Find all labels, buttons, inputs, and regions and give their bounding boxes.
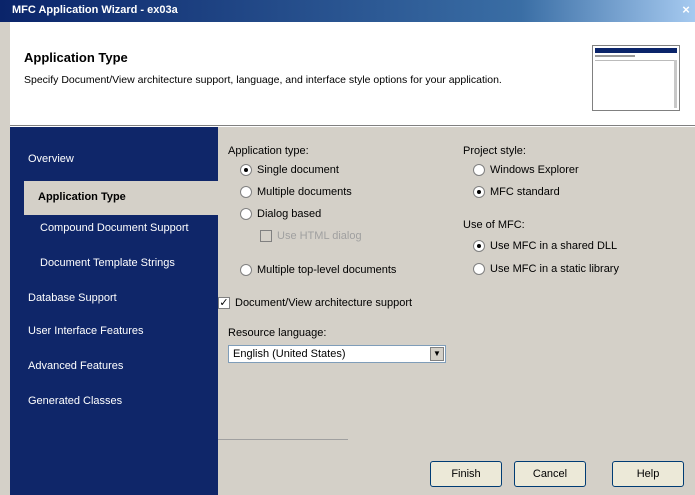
- checkbox-indicator: [260, 230, 272, 242]
- app-preview-image: [592, 45, 680, 111]
- radio-multiple-top-level-documents[interactable]: Multiple top-level documents: [240, 264, 396, 276]
- radio-indicator[interactable]: [473, 164, 485, 176]
- radio-label: Windows Explorer: [490, 164, 579, 176]
- wizard-window: MFC Application Wizard - ex03a × Applica…: [0, 0, 695, 495]
- radio-indicator[interactable]: [240, 164, 252, 176]
- radio-indicator[interactable]: [473, 186, 485, 198]
- radio-mfc-shared-dll[interactable]: Use MFC in a shared DLL: [473, 240, 617, 252]
- checkbox-label: Use HTML dialog: [277, 230, 362, 242]
- checkbox-checked-icon[interactable]: ✓: [218, 297, 230, 309]
- radio-indicator[interactable]: [473, 263, 485, 275]
- wizard-nav: Overview Application Type Compound Docum…: [10, 127, 218, 495]
- nav-item-document-template-strings[interactable]: Document Template Strings: [40, 257, 175, 269]
- close-icon[interactable]: ×: [679, 3, 693, 17]
- page-description: Specify Document/View architecture suppo…: [24, 74, 502, 86]
- radio-label: Use MFC in a shared DLL: [490, 240, 618, 252]
- nav-item-generated-classes[interactable]: Generated Classes: [28, 395, 122, 407]
- radio-label: Multiple documents: [257, 186, 352, 198]
- radio-indicator[interactable]: [240, 264, 252, 276]
- nav-item-database-support[interactable]: Database Support: [28, 292, 117, 304]
- footer-divider: [218, 439, 348, 440]
- page-title: Application Type: [24, 50, 128, 65]
- nav-item-application-type[interactable]: Application Type: [24, 181, 218, 215]
- radio-label: Use MFC in a static library: [490, 263, 619, 275]
- radio-label: Single document: [257, 164, 339, 176]
- radio-label: Multiple top-level documents: [257, 264, 397, 276]
- cancel-button[interactable]: Cancel: [514, 461, 586, 487]
- project-style-label: Project style:: [463, 145, 526, 157]
- radio-mfc-static-library[interactable]: Use MFC in a static library: [473, 263, 619, 275]
- resource-language-label: Resource language:: [228, 327, 327, 339]
- content-panel: Application type: Single document Multip…: [218, 127, 695, 495]
- nav-item-user-interface-features[interactable]: User Interface Features: [28, 325, 144, 337]
- checkbox-document-view-support[interactable]: ✓ Document/View architecture support: [218, 297, 412, 309]
- page-header: Application Type Specify Document/View a…: [10, 22, 695, 125]
- resource-language-select[interactable]: English (United States) ▼: [228, 345, 446, 363]
- radio-dialog-based[interactable]: Dialog based: [240, 208, 321, 220]
- radio-indicator[interactable]: [473, 240, 485, 252]
- help-button[interactable]: Help: [612, 461, 684, 487]
- radio-label: MFC standard: [490, 186, 560, 198]
- radio-indicator[interactable]: [240, 208, 252, 220]
- checkbox-use-html-dialog: Use HTML dialog: [260, 230, 362, 242]
- nav-item-advanced-features[interactable]: Advanced Features: [28, 360, 123, 372]
- resource-language-value: English (United States): [233, 348, 346, 360]
- radio-single-document[interactable]: Single document: [240, 164, 339, 176]
- application-type-label: Application type:: [228, 145, 309, 157]
- radio-indicator[interactable]: [240, 186, 252, 198]
- use-of-mfc-label: Use of MFC:: [463, 219, 525, 231]
- radio-windows-explorer[interactable]: Windows Explorer: [473, 164, 579, 176]
- radio-mfc-standard[interactable]: MFC standard: [473, 186, 560, 198]
- title-bar: MFC Application Wizard - ex03a ×: [0, 0, 695, 22]
- window-title: MFC Application Wizard - ex03a: [12, 4, 178, 16]
- radio-label: Dialog based: [257, 208, 322, 220]
- chevron-down-icon[interactable]: ▼: [430, 347, 444, 361]
- nav-item-compound-document-support[interactable]: Compound Document Support: [40, 222, 189, 234]
- finish-button[interactable]: Finish: [430, 461, 502, 487]
- nav-item-overview[interactable]: Overview: [28, 153, 74, 165]
- checkbox-label: Document/View architecture support: [235, 297, 413, 309]
- radio-multiple-documents[interactable]: Multiple documents: [240, 186, 352, 198]
